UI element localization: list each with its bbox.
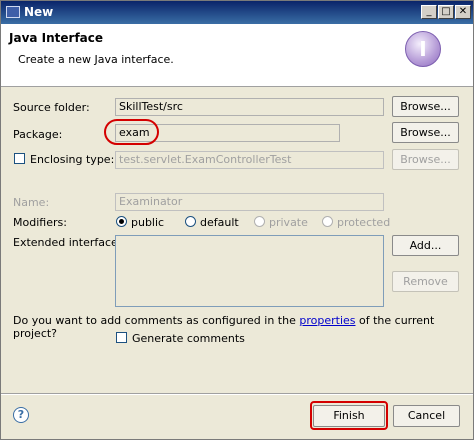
wizard-title: Java Interface [9, 31, 104, 45]
package-highlight-circle [104, 119, 159, 145]
enclosing-type-label: Enclosing type: [30, 153, 115, 166]
modifier-private-radio[interactable] [254, 216, 265, 227]
modifier-protected-radio[interactable] [322, 216, 333, 227]
enclosing-type-browse-button[interactable]: Browse... [392, 149, 459, 170]
modifier-protected-label: protected [337, 216, 391, 229]
interface-icon: I [405, 31, 441, 67]
eclipse-icon [6, 6, 20, 18]
generate-comments-checkbox[interactable] [116, 332, 127, 343]
modifier-private-label: private [269, 216, 308, 229]
package-label: Package: [13, 128, 63, 141]
help-icon[interactable]: ? [13, 407, 29, 423]
extended-interfaces-list[interactable] [115, 235, 384, 307]
footer-separator [1, 393, 473, 395]
extended-interfaces-label: Extended interfaces: [13, 236, 128, 249]
close-icon[interactable]: ✕ [455, 5, 471, 19]
title-bar[interactable]: New _ □ ✕ [1, 1, 473, 24]
generate-comments-label: Generate comments [132, 332, 245, 345]
window-title: New [24, 5, 54, 19]
modifier-default-label: default [200, 216, 239, 229]
maximize-icon[interactable]: □ [438, 5, 454, 19]
finish-highlight-box [310, 401, 388, 430]
wizard-description: Create a new Java interface. [18, 53, 174, 66]
properties-link[interactable]: properties [299, 314, 355, 327]
source-folder-browse-button[interactable]: Browse... [392, 96, 459, 117]
source-folder-label: Source folder: [13, 101, 90, 114]
modifier-public-label: public [131, 216, 165, 229]
package-browse-button[interactable]: Browse... [392, 122, 459, 143]
modifier-public-radio[interactable] [116, 216, 127, 227]
cancel-button[interactable]: Cancel [393, 405, 460, 427]
enclosing-type-checkbox[interactable] [14, 153, 25, 164]
enclosing-type-field[interactable]: test.servlet.ExamControllerTest [115, 151, 384, 169]
source-folder-field[interactable]: SkillTest/src [115, 98, 384, 116]
new-interface-dialog: New _ □ ✕ Java Interface Create a new Ja… [0, 0, 474, 440]
minimize-icon[interactable]: _ [421, 5, 437, 19]
remove-interface-button[interactable]: Remove [392, 271, 459, 292]
name-field[interactable]: Examinator [115, 193, 384, 211]
modifiers-label: Modifiers: [13, 216, 67, 229]
modifier-default-radio[interactable] [185, 216, 196, 227]
wizard-header: Java Interface Create a new Java interfa… [1, 24, 473, 87]
add-interface-button[interactable]: Add... [392, 235, 459, 256]
comments-question-pre: Do you want to add comments as configure… [13, 314, 296, 327]
name-label: Name: [13, 196, 50, 209]
